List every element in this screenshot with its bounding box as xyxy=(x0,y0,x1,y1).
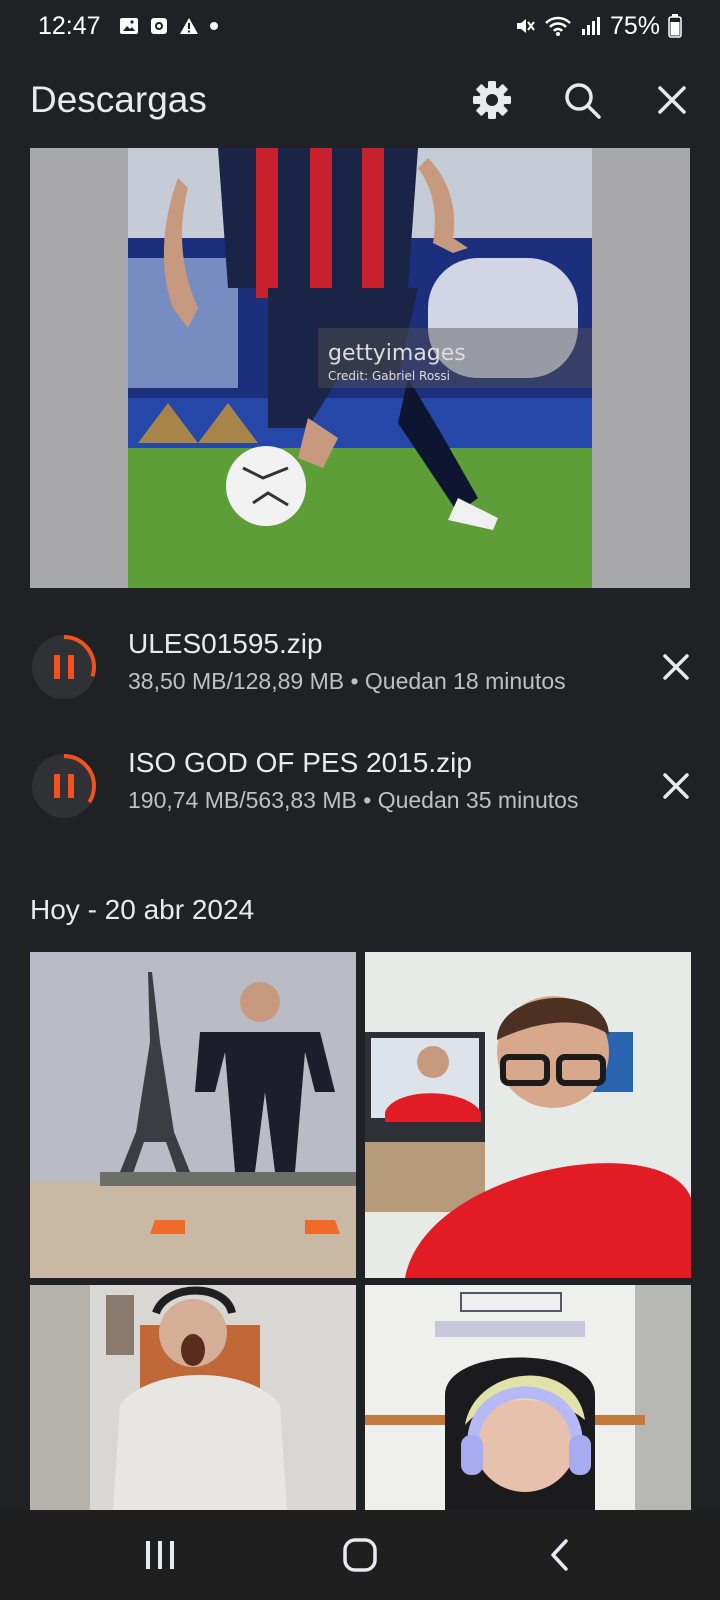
pause-icon xyxy=(54,774,60,798)
download-preview[interactable]: gettyimages Credit: Gabriel Rossi xyxy=(30,148,690,588)
back-icon xyxy=(551,1539,568,1571)
search-icon xyxy=(565,83,601,119)
camera-icon xyxy=(150,18,167,34)
battery-percent: 75% xyxy=(609,11,660,40)
close-icon xyxy=(658,86,686,114)
credit-text: Credit: Gabriel Rossi xyxy=(328,369,450,383)
thumbnail-eiffel-dance[interactable] xyxy=(30,952,356,1278)
preview-image: gettyimages Credit: Gabriel Rossi xyxy=(128,148,592,588)
cancel-download-button[interactable] xyxy=(646,637,706,697)
download-filename: ISO GOD OF PES 2015.zip xyxy=(128,747,472,778)
warning-icon xyxy=(179,18,198,34)
wifi-icon xyxy=(545,16,571,36)
section-date-header: Hoy - 20 abr 2024 xyxy=(30,894,255,925)
pause-progress-button[interactable] xyxy=(30,633,98,701)
system-nav-bar xyxy=(0,1510,720,1600)
page-title: Descargas xyxy=(30,79,207,120)
download-filename: ULES01595.zip xyxy=(128,628,323,659)
download-progress-text: 190,74 MB/563,83 MB • Quedan 35 minutos xyxy=(128,787,579,813)
gallery-icon xyxy=(119,18,138,34)
signal-icon xyxy=(581,17,600,35)
settings-icon xyxy=(473,81,511,119)
download-progress-text: 38,50 MB/128,89 MB • Quedan 18 minutos xyxy=(128,668,566,694)
download-item[interactable]: ULES01595.zip 38,50 MB/128,89 MB • Queda… xyxy=(0,612,720,722)
dot-icon xyxy=(209,22,218,30)
close-button[interactable] xyxy=(642,70,702,130)
close-icon xyxy=(663,654,689,680)
watermark-text: gettyimages xyxy=(328,341,466,366)
download-item[interactable]: ISO GOD OF PES 2015.zip 190,74 MB/563,83… xyxy=(0,731,720,841)
pause-icon xyxy=(54,655,60,679)
settings-button[interactable] xyxy=(462,70,522,130)
battery-icon xyxy=(668,14,682,38)
thumbnail-selfie-red-sweater[interactable] xyxy=(365,952,691,1278)
back-button[interactable] xyxy=(515,1520,605,1590)
search-button[interactable] xyxy=(552,70,612,130)
home-icon xyxy=(343,1538,377,1572)
recents-button[interactable] xyxy=(115,1520,205,1590)
pause-progress-button[interactable] xyxy=(30,752,98,820)
cancel-download-button[interactable] xyxy=(646,756,706,816)
close-icon xyxy=(663,773,689,799)
app-bar: Descargas xyxy=(0,52,720,148)
home-button[interactable] xyxy=(315,1520,405,1590)
recents-icon xyxy=(146,1541,174,1569)
status-time: 12:47 xyxy=(38,11,101,40)
status-bar: 12:47 75% xyxy=(0,0,720,52)
mute-icon xyxy=(516,19,535,33)
